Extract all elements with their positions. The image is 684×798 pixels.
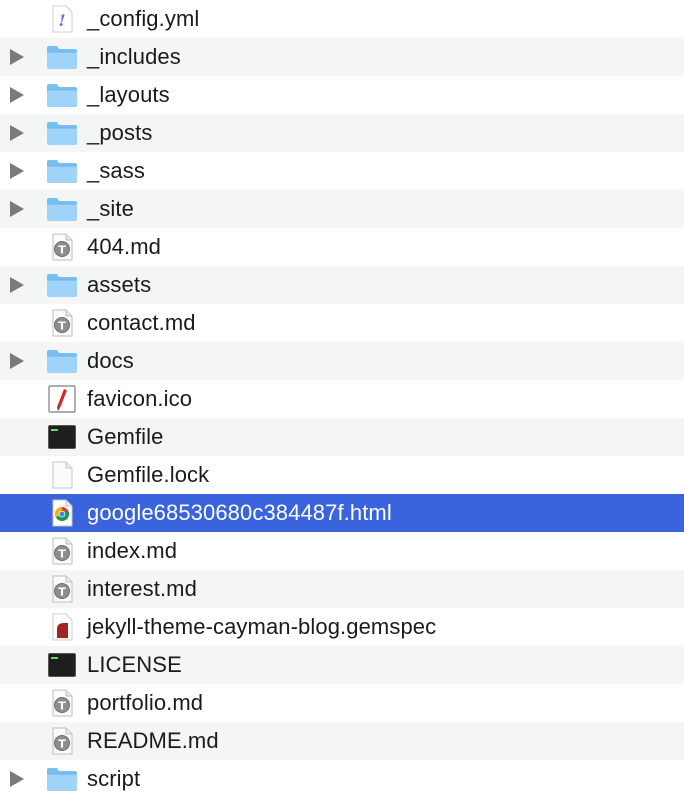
disclosure-triangle-icon[interactable] [10, 277, 24, 293]
file-name-label: contact.md [87, 310, 196, 335]
folder-icon [46, 195, 78, 223]
executable-file-icon [46, 651, 78, 679]
file-name-label: _posts [87, 120, 153, 145]
file-name-label: Gemfile.lock [87, 462, 210, 487]
folder-row[interactable]: _sass [0, 152, 684, 190]
file-row[interactable]: favicon.ico [0, 380, 684, 418]
file-name-label: README.md [87, 728, 219, 753]
file-list: ! _config.yml _includes _layouts _posts … [0, 0, 684, 798]
file-row[interactable]: T README.md [0, 722, 684, 760]
markdown-file-icon: T [46, 309, 78, 337]
markdown-file-icon: T [46, 575, 78, 603]
file-row[interactable]: T interest.md [0, 570, 684, 608]
svg-text:T: T [58, 700, 66, 713]
folder-icon [46, 765, 78, 793]
svg-text:T: T [58, 320, 66, 333]
svg-text:T: T [58, 738, 66, 751]
file-name-label: jekyll-theme-cayman-blog.gemspec [87, 614, 437, 639]
disclosure-triangle-icon[interactable] [10, 125, 24, 141]
yaml-file-icon: ! [46, 5, 78, 33]
file-row[interactable]: jekyll-theme-cayman-blog.gemspec [0, 608, 684, 646]
disclosure-triangle-icon[interactable] [10, 771, 24, 787]
file-row[interactable]: T index.md [0, 532, 684, 570]
file-row[interactable]: T portfolio.md [0, 684, 684, 722]
markdown-file-icon: T [46, 727, 78, 755]
file-name-label: _config.yml [87, 6, 200, 31]
file-name-label: _layouts [87, 82, 170, 107]
markdown-file-icon: T [46, 537, 78, 565]
file-row[interactable]: Gemfile [0, 418, 684, 456]
file-name-label: favicon.ico [87, 386, 193, 411]
folder-icon [46, 119, 78, 147]
folder-icon [46, 43, 78, 71]
file-name-label: 404.md [87, 234, 161, 259]
folder-icon [46, 81, 78, 109]
file-row[interactable]: T 404.md [0, 228, 684, 266]
ruby-gemspec-file-icon [46, 613, 78, 641]
file-name-label: Gemfile [87, 424, 164, 449]
folder-icon [46, 347, 78, 375]
disclosure-triangle-icon[interactable] [10, 49, 24, 65]
file-name-label: _site [87, 196, 134, 221]
svg-text:T: T [58, 548, 66, 561]
folder-row[interactable]: _includes [0, 38, 684, 76]
file-name-label: _includes [87, 44, 181, 69]
file-row[interactable]: Gemfile.lock [0, 456, 684, 494]
disclosure-triangle-icon[interactable] [10, 353, 24, 369]
chrome-html-file-icon [46, 499, 78, 527]
file-name-label: assets [87, 272, 152, 297]
folder-row[interactable]: _site [0, 190, 684, 228]
folder-row[interactable]: _posts [0, 114, 684, 152]
image-file-icon [46, 385, 78, 413]
folder-row[interactable]: script [0, 760, 684, 798]
markdown-file-icon: T [46, 689, 78, 717]
svg-text:T: T [58, 586, 66, 599]
markdown-file-icon: T [46, 233, 78, 261]
file-name-label: interest.md [87, 576, 197, 601]
executable-file-icon [46, 423, 78, 451]
file-row[interactable]: T contact.md [0, 304, 684, 342]
file-name-label: portfolio.md [87, 690, 204, 715]
folder-icon [46, 271, 78, 299]
svg-text:!: ! [58, 11, 65, 30]
disclosure-triangle-icon[interactable] [10, 163, 24, 179]
file-row[interactable]: google68530680c384487f.html [0, 494, 684, 532]
blank-file-icon [46, 461, 78, 489]
file-row[interactable]: ! _config.yml [0, 0, 684, 38]
file-name-label: google68530680c384487f.html [87, 500, 392, 525]
file-row[interactable]: LICENSE [0, 646, 684, 684]
file-name-label: script [87, 766, 141, 791]
folder-row[interactable]: docs [0, 342, 684, 380]
disclosure-triangle-icon[interactable] [10, 87, 24, 103]
folder-row[interactable]: _layouts [0, 76, 684, 114]
file-name-label: LICENSE [87, 652, 182, 677]
disclosure-triangle-icon[interactable] [10, 201, 24, 217]
file-name-label: _sass [87, 158, 145, 183]
file-name-label: index.md [87, 538, 178, 563]
folder-row[interactable]: assets [0, 266, 684, 304]
file-name-label: docs [87, 348, 134, 373]
folder-icon [46, 157, 78, 185]
svg-text:T: T [58, 244, 66, 257]
